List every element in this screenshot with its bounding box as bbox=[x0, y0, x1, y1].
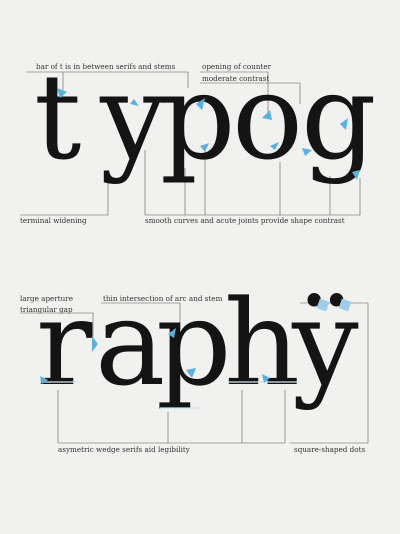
letter-y-dieresis: ÿ bbox=[291, 274, 359, 412]
letter-h: h bbox=[224, 274, 300, 412]
annotation-moderate-contrast: moderate contrast bbox=[202, 74, 270, 83]
letter-g: g bbox=[301, 48, 377, 186]
annotation-terminal-widening: terminal widening bbox=[20, 216, 87, 225]
annotation-smooth-curves: smooth curves and acute joints provide s… bbox=[145, 216, 345, 225]
annotation-large-aperture: large aperture bbox=[20, 294, 73, 303]
annotation-triangular-gap: triangular gap bbox=[20, 305, 73, 314]
annotation-asymetric-wedge: asymetric wedge serifs aid legibility bbox=[58, 445, 190, 454]
annotation-opening-of-counter: opening of counter bbox=[202, 62, 272, 71]
annotation-thin-intersection: thin intersection of arc and stem bbox=[103, 294, 223, 303]
annotation-bar-of-t: bar of t is in between serifs and stems bbox=[36, 62, 176, 71]
annotation-square-dots: square-shaped dots bbox=[294, 445, 366, 454]
